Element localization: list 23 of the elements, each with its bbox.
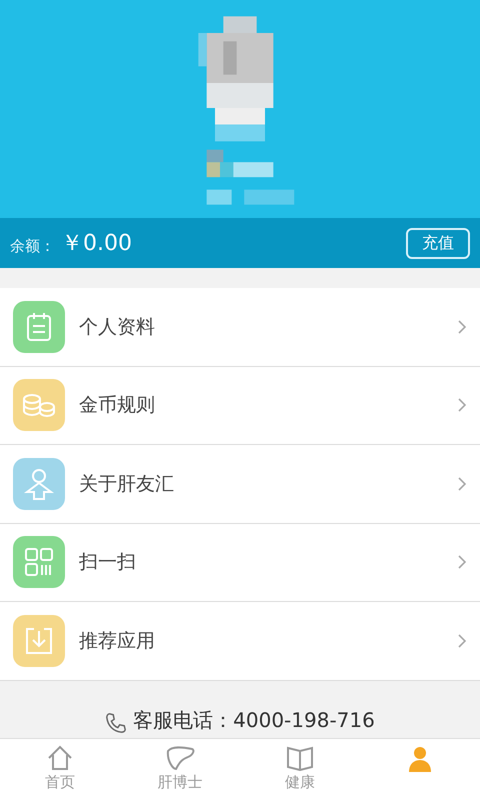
qr-code-icon: [24, 547, 54, 578]
chevron-right-icon: [457, 397, 467, 414]
hotline-text: 客服电话：4000-198-716: [133, 707, 375, 734]
phone-icon: [105, 712, 128, 734]
download-icon: [24, 626, 54, 656]
menu-item[interactable]: 个人资料: [0, 288, 480, 366]
menu-item[interactable]: 推荐应用: [0, 602, 480, 680]
chevron-right-icon: [457, 632, 467, 649]
person-icon: [24, 468, 54, 500]
coins-icon: [22, 392, 56, 418]
chevron-right-icon: [457, 554, 467, 570]
chevron-right-icon: [457, 318, 467, 335]
chevron-right-icon: [457, 476, 467, 492]
liver-icon: [165, 745, 195, 771]
balance-label: 余额：: [10, 236, 55, 256]
menu-item[interactable]: 关于肝友汇: [0, 445, 480, 524]
home-icon: [47, 745, 73, 771]
person-icon: [406, 745, 434, 773]
book-icon: [286, 745, 314, 771]
balance-amount: ￥0.00: [61, 230, 133, 258]
notepad-icon: [25, 312, 53, 342]
menu-item[interactable]: 扫一扫: [0, 524, 480, 602]
menu-item[interactable]: 金币规则: [0, 366, 480, 445]
